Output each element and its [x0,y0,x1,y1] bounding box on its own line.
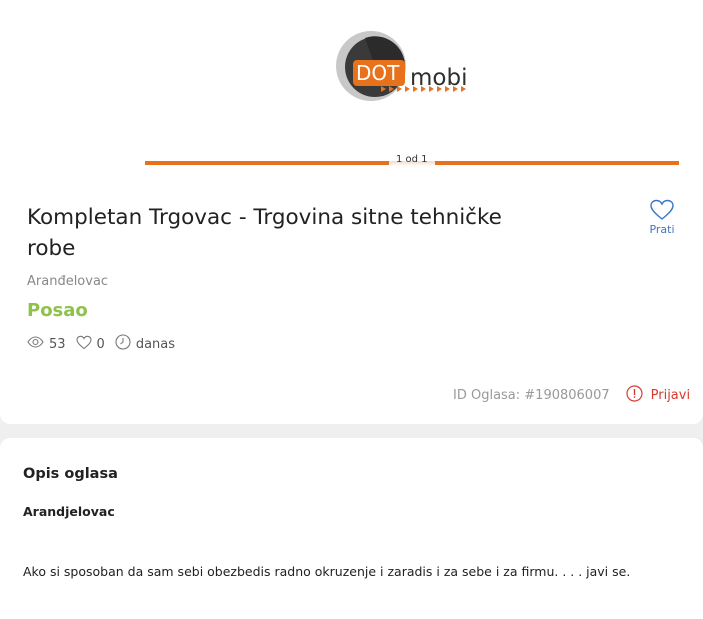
follow-label: Prati [649,223,675,236]
description-text: Ako si sposoban da sam sebi obezbedis ra… [23,564,631,579]
report-label: Prijavi [650,388,691,403]
description-subheading: Arandjelovac [23,504,115,519]
description-heading: Opis oglasa [23,466,118,482]
ad-id: ID Oglasa: #190806007 [453,388,610,403]
listing-card: DOT mobi 1 od 1 Kompletan Trgovac - Trgo… [0,0,703,424]
description-card: Opis oglasa Arandjelovac Ako si sposoban… [0,438,703,619]
eye-icon [27,336,49,352]
posted-date: danas [135,336,176,352]
clock-icon [115,334,136,354]
listing-stats: 53 0 danas [27,334,185,354]
favorites-count: 0 [96,336,105,352]
posted-stat: danas [115,334,175,354]
follow-button[interactable]: Prati [646,198,678,236]
image-gallery[interactable]: DOT mobi 1 od 1 [145,0,679,168]
heart-icon [75,335,97,354]
location-text: Aranđelovac [27,274,109,289]
views-stat: 53 [27,336,66,352]
views-count: 53 [49,336,66,352]
image-counter: 1 od 1 [389,152,435,168]
favorites-stat: 0 [75,335,105,354]
report-button[interactable]: Prijavi [626,385,690,406]
heart-icon [646,198,678,222]
alert-icon [626,385,651,406]
dotmobi-logo: DOT mobi [335,30,485,102]
logo-text-dot: DOT [356,61,400,85]
listing-title: Kompletan Trgovac - Trgovina sitne tehni… [27,205,502,261]
category-link[interactable]: Posao [27,300,88,321]
listing-meta: ID Oglasa: #190806007 Prijavi [453,385,690,406]
